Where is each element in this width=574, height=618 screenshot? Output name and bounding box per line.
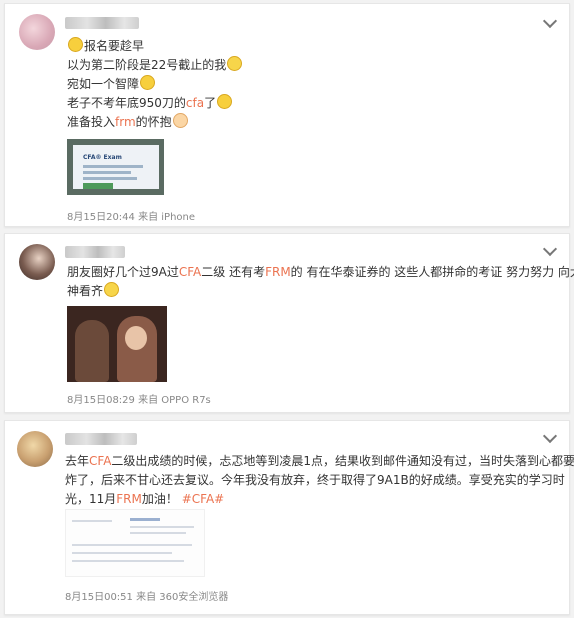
keyword-link[interactable]: CFA xyxy=(179,265,201,279)
chevron-down-icon[interactable] xyxy=(542,428,558,444)
hashtag-link[interactable]: #CFA# xyxy=(182,492,225,506)
username-blurred[interactable] xyxy=(65,433,137,445)
keyword-link[interactable]: CFA xyxy=(89,454,111,468)
screenshot-image: CFA® Exam xyxy=(73,145,159,189)
post-text-line: 神看齐 xyxy=(67,282,120,300)
post-image-thumbnail[interactable]: CFA® Exam xyxy=(67,139,164,195)
image-caption: CFA® Exam xyxy=(83,154,122,161)
post-image-thumbnail[interactable] xyxy=(65,509,205,577)
avatar[interactable] xyxy=(19,14,55,50)
chevron-down-icon[interactable] xyxy=(542,13,558,29)
post-text-line: 老子不考年底950刀的cfa了 xyxy=(67,94,233,112)
post-text-line: 去年CFA二级出成绩的时候，忐忑地等到凌晨1点，结果收到邮件通知没有过，当时失落… xyxy=(65,454,574,468)
post-timestamp[interactable]: 8月15日20:44 来自 iPhone xyxy=(67,208,195,223)
username-blurred[interactable] xyxy=(65,246,125,258)
post-image-thumbnail[interactable] xyxy=(67,306,167,382)
post-text-line: 以为第二阶段是22号截止的我 xyxy=(67,56,243,74)
post-timestamp[interactable]: 8月15日00:51 来自 360安全浏览器 xyxy=(65,588,228,603)
chevron-down-icon[interactable] xyxy=(542,241,558,257)
hug-emoji xyxy=(172,113,188,128)
post-text-line: 报名要趁早 xyxy=(67,37,144,55)
keyword-link[interactable]: cfa xyxy=(186,96,204,110)
username-blurred[interactable] xyxy=(65,17,139,29)
keyword-link[interactable]: FRM xyxy=(265,265,291,279)
weibo-post-2: 朋友圈好几个过9A过CFA二级 还有考FRM的 有在华泰证券的 这些人都拼命的考… xyxy=(4,233,574,413)
avatar[interactable] xyxy=(19,244,55,280)
weibo-post-1: 报名要趁早 以为第二阶段是22号截止的我 宛如一个智障 老子不考年底950刀的c… xyxy=(4,3,570,227)
smile-emoji xyxy=(68,37,83,52)
post-text-line: 准备投入frm的怀抱 xyxy=(67,113,189,131)
cry-emoji xyxy=(104,282,120,297)
face-emoji xyxy=(140,75,156,90)
post-timestamp[interactable]: 8月15日08:29 来自 OPPO R7s xyxy=(67,391,211,406)
post-text-line: 朋友圈好几个过9A过CFA二级 还有考FRM的 有在华泰证券的 这些人都拼命的考… xyxy=(67,265,574,279)
grin-emoji xyxy=(217,94,233,109)
laugh-cry-emoji xyxy=(227,56,243,71)
keyword-link[interactable]: frm xyxy=(115,115,136,129)
post-text-line: 光，11月FRM加油！ #CFA# xyxy=(65,492,225,506)
weibo-post-3: 去年CFA二级出成绩的时候，忐忑地等到凌晨1点，结果收到邮件通知没有过，当时失落… xyxy=(4,420,574,615)
keyword-link[interactable]: FRM xyxy=(116,492,142,506)
post-text-line: 炸了，后来不甘心还去复议。今年我没有放弃，终于取得了9A1B的好成绩。享受充实的… xyxy=(65,473,565,487)
post-text-line: 宛如一个智障 xyxy=(67,75,156,93)
avatar[interactable] xyxy=(17,431,53,467)
